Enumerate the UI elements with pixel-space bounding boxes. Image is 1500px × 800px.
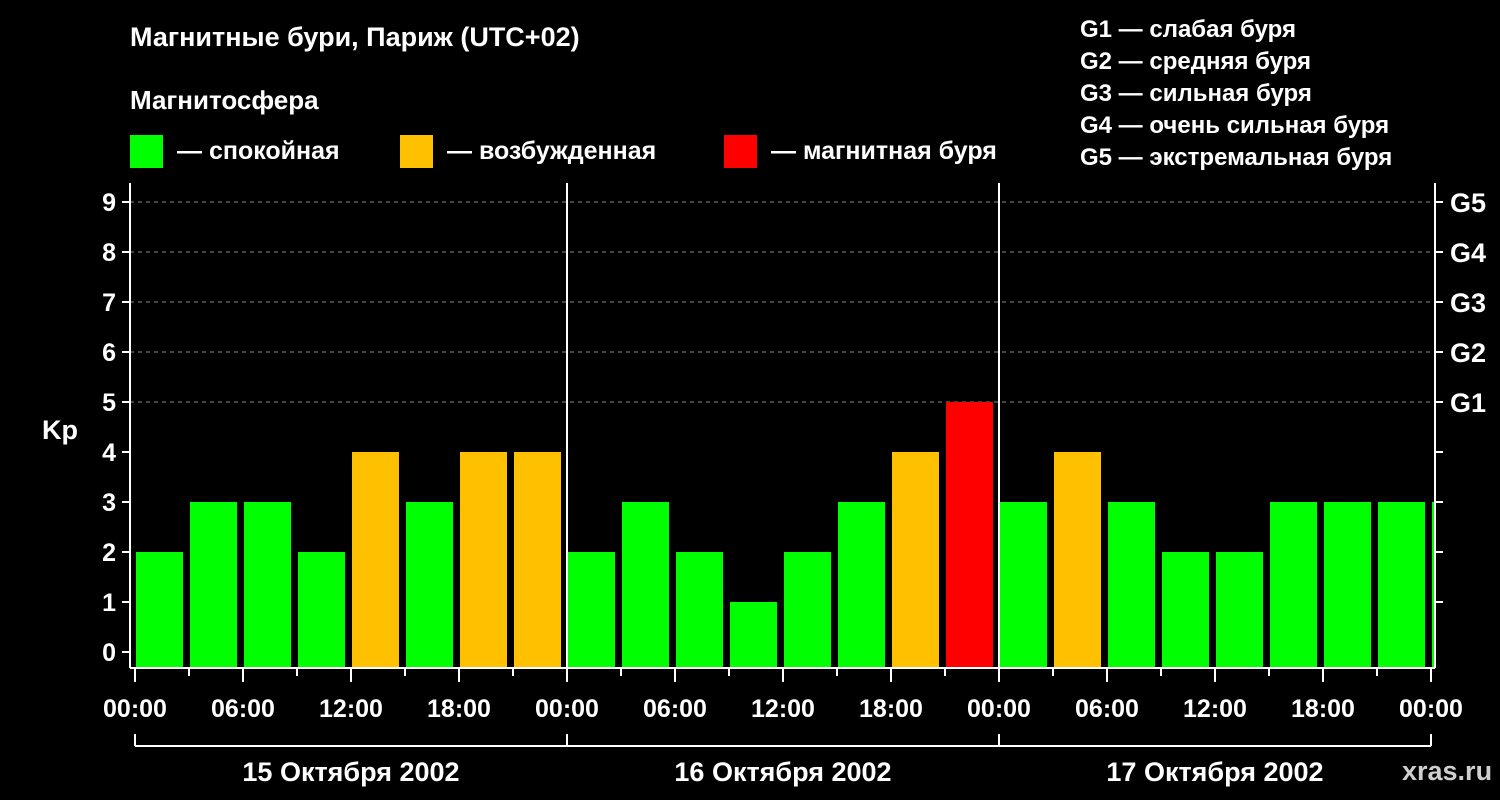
x-tick-label: 00:00 xyxy=(967,695,1031,723)
x-tick-label: 12:00 xyxy=(751,695,815,723)
y-tick-label: 8 xyxy=(102,239,116,267)
y-tick-label: 5 xyxy=(102,389,116,417)
x-tick-label: 00:00 xyxy=(1399,695,1463,723)
x-tick-label: 18:00 xyxy=(1291,695,1355,723)
kp-bar xyxy=(1216,552,1263,668)
kp-bar xyxy=(1432,502,1434,668)
kp-bar xyxy=(784,552,831,668)
y-axis-label: Kp xyxy=(42,415,78,445)
x-tick-label: 06:00 xyxy=(643,695,707,723)
g-level-label: G3 xyxy=(1450,288,1486,318)
watermark: xras.ru xyxy=(1402,756,1493,786)
y-tick-label: 4 xyxy=(102,439,116,467)
x-tick-label: 06:00 xyxy=(1075,695,1139,723)
kp-bar xyxy=(568,552,615,668)
kp-bar xyxy=(406,502,453,668)
y-tick-label: 7 xyxy=(102,289,116,317)
day-label: 16 Октября 2002 xyxy=(674,757,891,787)
g-level-label: G4 xyxy=(1450,238,1486,268)
kp-bar xyxy=(1270,502,1317,668)
day-label: 17 Октября 2002 xyxy=(1106,757,1323,787)
kp-bar xyxy=(136,552,183,668)
x-tick-label: 18:00 xyxy=(427,695,491,723)
x-tick-label: 06:00 xyxy=(211,695,275,723)
x-tick-label: 12:00 xyxy=(1183,695,1247,723)
kp-bar xyxy=(244,502,291,668)
kp-bar xyxy=(298,552,345,668)
kp-bar xyxy=(946,402,993,668)
x-tick-label: 18:00 xyxy=(859,695,923,723)
y-tick-label: 0 xyxy=(102,639,116,667)
y-tick-label: 3 xyxy=(102,489,116,517)
kp-bar xyxy=(730,602,777,668)
kp-bar xyxy=(1378,502,1425,668)
g-level-label: G1 xyxy=(1450,388,1486,418)
y-tick-label: 9 xyxy=(102,189,116,217)
y-tick-label: 1 xyxy=(102,589,116,617)
x-tick-label: 12:00 xyxy=(319,695,383,723)
kp-bar xyxy=(1324,502,1371,668)
kp-bar xyxy=(1162,552,1209,668)
kp-bar xyxy=(892,452,939,668)
x-tick-label: 00:00 xyxy=(103,695,167,723)
y-tick-label: 6 xyxy=(102,339,116,367)
kp-chart: 0 1 2 3 4 5 6 7 8 9 G1 G2 G3 G4 G5 Kp 00:00 06:00 12:00 18:… xyxy=(42,183,1486,787)
kp-bar xyxy=(676,552,723,668)
g-level-label: G5 xyxy=(1450,188,1486,218)
kp-bar xyxy=(352,452,399,668)
kp-bar xyxy=(460,452,507,668)
x-tick-label: 00:00 xyxy=(535,695,599,723)
g-level-label: G2 xyxy=(1450,338,1486,368)
y-tick-label: 2 xyxy=(102,539,116,567)
day-label: 15 Октября 2002 xyxy=(242,757,459,787)
kp-bar xyxy=(622,502,669,668)
kp-bar xyxy=(1000,502,1047,668)
kp-bar xyxy=(838,502,885,668)
kp-bar xyxy=(1054,452,1101,668)
kp-bar xyxy=(1108,502,1155,668)
kp-bar xyxy=(190,502,237,668)
kp-bar xyxy=(514,452,561,668)
